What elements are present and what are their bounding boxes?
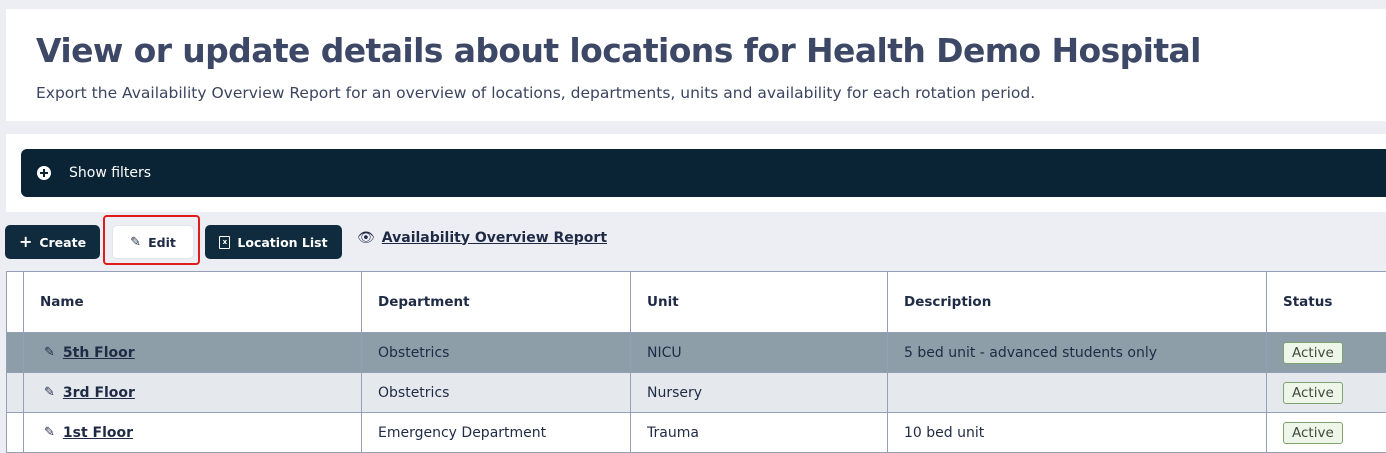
unit-cell: Nursery — [631, 373, 888, 413]
show-filters-toggle[interactable]: Show filters — [21, 149, 1386, 197]
table-row[interactable]: ✎ 1st Floor Emergency Department Trauma … — [7, 413, 1386, 453]
pencil-icon: ✎ — [130, 235, 141, 250]
status-cell: Active — [1267, 413, 1386, 453]
unit-cell: NICU — [631, 333, 888, 373]
name-cell: ✎ 3rd Floor — [24, 373, 362, 413]
column-header-description[interactable]: Description — [888, 272, 1267, 333]
row-select-cell[interactable] — [7, 413, 24, 453]
pencil-icon[interactable]: ✎ — [44, 385, 55, 400]
plus-circle-icon — [37, 166, 51, 180]
row-select-cell[interactable] — [7, 333, 24, 373]
column-header-unit[interactable]: Unit — [631, 272, 888, 333]
pencil-icon[interactable]: ✎ — [44, 345, 55, 360]
availability-report-label: Availability Overview Report — [382, 230, 607, 246]
plus-icon: + — [19, 234, 32, 250]
availability-report-link[interactable]: 👁 Availability Overview Report — [357, 229, 607, 246]
location-name-link[interactable]: 5th Floor — [63, 345, 135, 361]
description-cell — [888, 373, 1267, 413]
eye-icon: 👁 — [357, 229, 375, 246]
department-cell: Obstetrics — [362, 373, 631, 413]
location-list-button[interactable]: x Location List — [205, 225, 342, 259]
status-badge: Active — [1283, 422, 1343, 444]
name-cell: ✎ 1st Floor — [24, 413, 362, 453]
edit-button[interactable]: ✎ Edit — [112, 225, 194, 259]
page-title: View or update details about locations f… — [36, 31, 1201, 70]
edit-button-label: Edit — [148, 235, 176, 250]
create-button[interactable]: + Create — [5, 225, 100, 259]
department-cell: Emergency Department — [362, 413, 631, 453]
page-subtitle: Export the Availability Overview Report … — [36, 84, 1035, 102]
column-header-status[interactable]: Status — [1267, 272, 1386, 333]
department-cell: Obstetrics — [362, 333, 631, 373]
description-cell: 10 bed unit — [888, 413, 1267, 453]
row-select-cell[interactable] — [7, 373, 24, 413]
show-filters-label: Show filters — [69, 165, 151, 181]
row-select-header — [7, 272, 24, 333]
unit-cell: Trauma — [631, 413, 888, 453]
locations-table: Name Department Unit Description Status … — [6, 271, 1386, 453]
location-name-link[interactable]: 3rd Floor — [63, 385, 135, 401]
spreadsheet-file-icon: x — [219, 236, 230, 249]
column-header-department[interactable]: Department — [362, 272, 631, 333]
table-header-row: Name Department Unit Description Status — [7, 272, 1386, 333]
status-cell: Active — [1267, 333, 1386, 373]
column-header-name[interactable]: Name — [24, 272, 362, 333]
status-badge: Active — [1283, 342, 1343, 364]
status-cell: Active — [1267, 373, 1386, 413]
status-badge: Active — [1283, 382, 1343, 404]
table-row[interactable]: ✎ 3rd Floor Obstetrics Nursery Active — [7, 373, 1386, 413]
name-cell: ✎ 5th Floor — [24, 333, 362, 373]
create-button-label: Create — [39, 235, 86, 250]
location-list-label: Location List — [237, 235, 327, 250]
location-name-link[interactable]: 1st Floor — [63, 425, 133, 441]
description-cell: 5 bed unit - advanced students only — [888, 333, 1267, 373]
table-row[interactable]: ✎ 5th Floor Obstetrics NICU 5 bed unit -… — [7, 333, 1386, 373]
page-header: View or update details about locations f… — [6, 9, 1386, 121]
